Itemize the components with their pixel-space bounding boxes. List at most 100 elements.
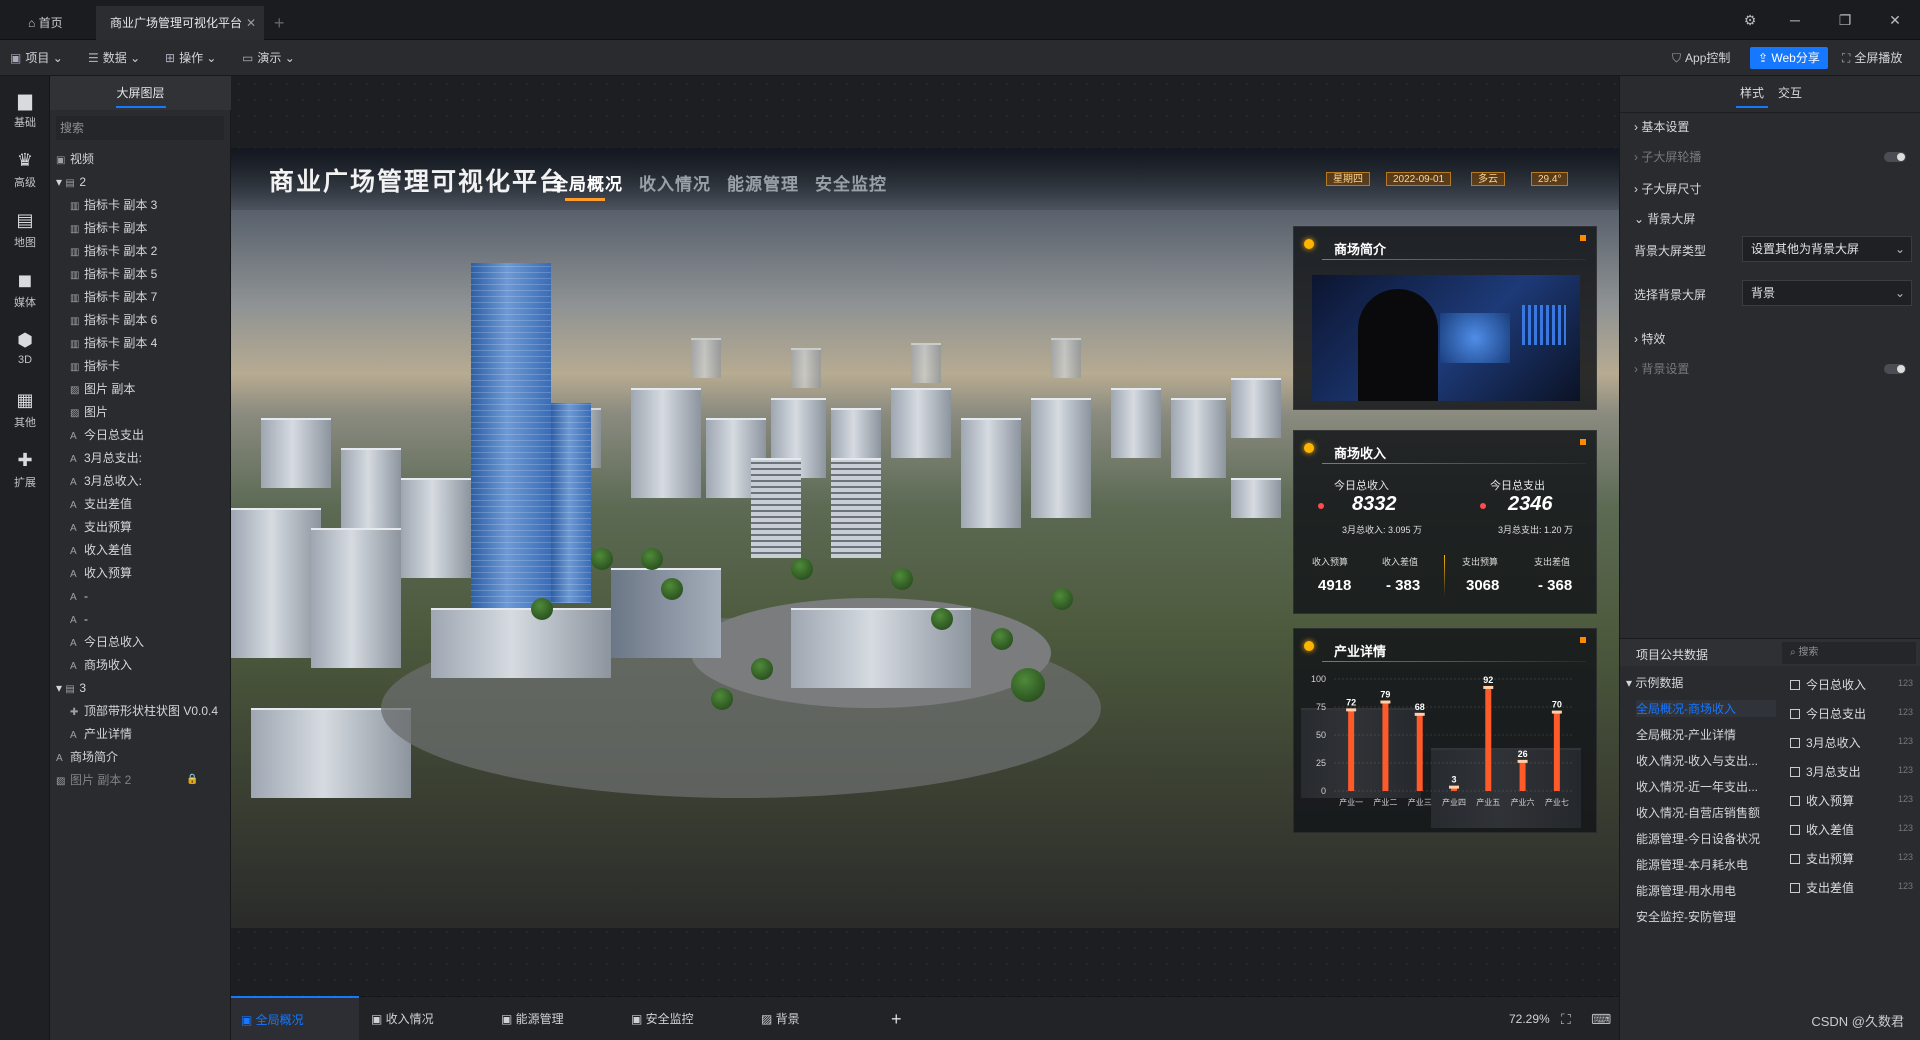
data-field-row[interactable]: 3月总支出 123: [1790, 763, 1913, 780]
layer-item-kpi-card-copy-2[interactable]: ▥ 指标卡 副本 2: [70, 240, 157, 262]
data-tree-group[interactable]: ▾ 示例数据: [1626, 674, 1776, 691]
layer-item-kpi-card-copy-7[interactable]: ▥ 指标卡 副本 7: [70, 286, 157, 308]
layer-item-march-expense[interactable]: A 3月总支出:: [70, 447, 142, 469]
checkbox[interactable]: [1790, 767, 1800, 777]
data-search-input[interactable]: ⌕ 搜索: [1782, 642, 1916, 664]
sub-screen-size-row[interactable]: › 子大屏尺寸: [1634, 180, 1701, 197]
data-tree-item[interactable]: 收入情况-近一年支出...: [1636, 778, 1776, 795]
data-field-row[interactable]: 支出预算 123: [1790, 850, 1913, 867]
dashboard-screen[interactable]: 商业广场管理可视化平台 全局概况 收入情况 能源管理 安全监控 星期四 2022…: [231, 148, 1619, 928]
window-close-icon[interactable]: ✕: [1875, 0, 1915, 40]
data-tree-item[interactable]: 全局概况-商场收入: [1636, 700, 1776, 717]
effects-row[interactable]: › 特效: [1634, 330, 1665, 347]
data-field-row[interactable]: 3月总收入 123: [1790, 734, 1913, 751]
expand-arrow-icon[interactable]: ▾: [56, 175, 65, 189]
tab-style[interactable]: 样式: [1735, 84, 1769, 108]
layer-item-image[interactable]: ▨ 图片: [70, 401, 108, 423]
layer-item-mall-income[interactable]: A 商场收入: [70, 654, 132, 676]
keyboard-icon[interactable]: ⌨: [1591, 997, 1611, 1040]
data-tree-item[interactable]: 能源管理-本月耗水电: [1636, 856, 1776, 873]
screen-nav-energy[interactable]: 能源管理: [727, 170, 799, 195]
screen-nav-overview[interactable]: 全局概况: [551, 170, 623, 201]
gear-icon[interactable]: ⚙: [1730, 0, 1770, 40]
restore-icon[interactable]: ❐: [1825, 0, 1865, 40]
web-share-button[interactable]: ⇪ Web分享: [1750, 47, 1828, 69]
layer-item-expense-diff[interactable]: A 支出差值: [70, 493, 132, 515]
background-screen-row[interactable]: ⌄ 背景大屏: [1634, 210, 1695, 227]
layer-panel-title[interactable]: 大屏图层: [50, 76, 231, 110]
layer-item-today-income[interactable]: A 今日总收入: [70, 631, 144, 653]
page-tab[interactable]: ▣ 收入情况: [361, 997, 434, 1040]
layer-item-group-3[interactable]: ▾ ▤ 3: [56, 677, 86, 699]
layer-item-kpi-card[interactable]: ▥ 指标卡: [70, 355, 120, 377]
checkbox[interactable]: [1790, 883, 1800, 893]
fullscreen-button[interactable]: ⛶ 全屏播放: [1842, 40, 1902, 76]
rail-map[interactable]: ▤ 地图: [0, 210, 50, 250]
page-tab[interactable]: ▨ 背景: [751, 997, 800, 1040]
layer-item-video[interactable]: ▣ 视频: [56, 148, 94, 170]
checkbox[interactable]: [1790, 854, 1800, 864]
layer-item-industry-detail[interactable]: A 产业详情: [70, 723, 132, 745]
layer-item-march-income[interactable]: A 3月总收入:: [70, 470, 142, 492]
menu-present[interactable]: ▭ 演示 ⌄: [242, 40, 295, 76]
menu-project[interactable]: ▣ 项目 ⌄: [10, 40, 63, 76]
tab-project[interactable]: 商业广场管理可视化平台 ✕: [96, 6, 264, 40]
tab-home[interactable]: ⌂ 首页: [14, 6, 77, 40]
rail-extend[interactable]: ✚ 扩展: [0, 450, 50, 490]
checkbox[interactable]: [1790, 796, 1800, 806]
layer-item-dash-a[interactable]: A-: [70, 585, 88, 607]
rail-media[interactable]: ◼ 媒体: [0, 270, 50, 310]
layer-item-kpi-card-copy-3[interactable]: ▥ 指标卡 副本 3: [70, 194, 157, 216]
layer-item-today-expense[interactable]: A 今日总支出: [70, 424, 144, 446]
industry-panel[interactable]: 产业详情 0 25 50 75 100 72 产业一 79 产业二 68 产业三 3 产业四 92 产业五 2…: [1293, 628, 1597, 833]
add-tab-icon[interactable]: +: [274, 6, 285, 40]
app-control-button[interactable]: ⛉ App控制: [1672, 40, 1730, 76]
layer-item-expense-budget[interactable]: A 支出预算: [70, 516, 132, 538]
layer-item-group-2[interactable]: ▾ ▤ 2: [56, 171, 86, 193]
data-tree-item[interactable]: 收入情况-自营店销售额: [1636, 804, 1776, 821]
checkbox[interactable]: [1790, 709, 1800, 719]
data-tree-item[interactable]: 收入情况-收入与支出...: [1636, 752, 1776, 769]
rail-3d[interactable]: ⬢ 3D: [0, 330, 50, 366]
data-field-row[interactable]: 支出差值 123: [1790, 879, 1913, 896]
page-tab[interactable]: ▣ 安全监控: [621, 997, 694, 1040]
checkbox[interactable]: [1790, 738, 1800, 748]
basic-settings-row[interactable]: › 基本设置: [1634, 118, 1689, 135]
layer-item-kpi-card-copy-5[interactable]: ▥ 指标卡 副本 5: [70, 263, 157, 285]
layer-item-kpi-card-copy[interactable]: ▥ 指标卡 副本: [70, 217, 147, 239]
sub-screen-carousel-row[interactable]: › 子大屏轮播: [1634, 148, 1701, 165]
checkbox[interactable]: [1790, 680, 1800, 690]
tab-interaction[interactable]: 交互: [1778, 84, 1802, 101]
fit-screen-icon[interactable]: ⛶: [1561, 997, 1571, 1040]
bg-settings-row[interactable]: › 背景设置: [1634, 360, 1689, 377]
menu-data[interactable]: ☰ 数据 ⌄: [88, 40, 140, 76]
rail-basic[interactable]: ▆ 基础: [0, 90, 50, 130]
data-field-row[interactable]: 收入预算 123: [1790, 792, 1913, 809]
data-tree-item[interactable]: 全局概况-产业详情: [1636, 726, 1776, 743]
layer-item-income-diff[interactable]: A 收入差值: [70, 539, 132, 561]
checkbox[interactable]: [1790, 825, 1800, 835]
screen-nav-security[interactable]: 安全监控: [815, 170, 887, 195]
menu-operate[interactable]: ⊞ 操作 ⌄: [165, 40, 216, 76]
layer-item-kpi-card-copy-6[interactable]: ▥ 指标卡 副本 6: [70, 309, 157, 331]
layer-search-input[interactable]: [56, 116, 224, 140]
layer-item-dash-b[interactable]: A-: [70, 608, 88, 630]
zoom-level[interactable]: 72.29%: [1509, 997, 1550, 1040]
close-icon[interactable]: ✕: [246, 6, 256, 40]
data-field-row[interactable]: 收入差值 123: [1790, 821, 1913, 838]
page-tab[interactable]: ▣ 全局概况: [231, 996, 359, 1040]
layer-item-image-copy[interactable]: ▨ 图片 副本: [70, 378, 135, 400]
rail-other[interactable]: ▦ 其他: [0, 390, 50, 430]
data-tree-item[interactable]: 安全监控-安防管理: [1636, 908, 1776, 925]
layer-item-bar-chart-component[interactable]: ✚ 顶部带形状柱状图 V0.0.4: [70, 700, 218, 722]
layer-item-income-budget[interactable]: A 收入预算: [70, 562, 132, 584]
data-field-row[interactable]: 今日总收入 123: [1790, 676, 1913, 693]
intro-panel[interactable]: 商场简介: [1293, 226, 1597, 410]
layer-item-mall-intro[interactable]: A 商场简介: [56, 746, 118, 768]
data-tree-item[interactable]: 能源管理-用水用电: [1636, 882, 1776, 899]
add-page-icon[interactable]: +: [891, 997, 902, 1040]
page-tab[interactable]: ▣ 能源管理: [491, 997, 564, 1040]
data-tree-item[interactable]: 能源管理-今日设备状况: [1636, 830, 1776, 847]
editor-canvas[interactable]: 商业广场管理可视化平台 全局概况 收入情况 能源管理 安全监控 星期四 2022…: [231, 76, 1619, 996]
lock-icon[interactable]: 🔒: [186, 769, 198, 791]
